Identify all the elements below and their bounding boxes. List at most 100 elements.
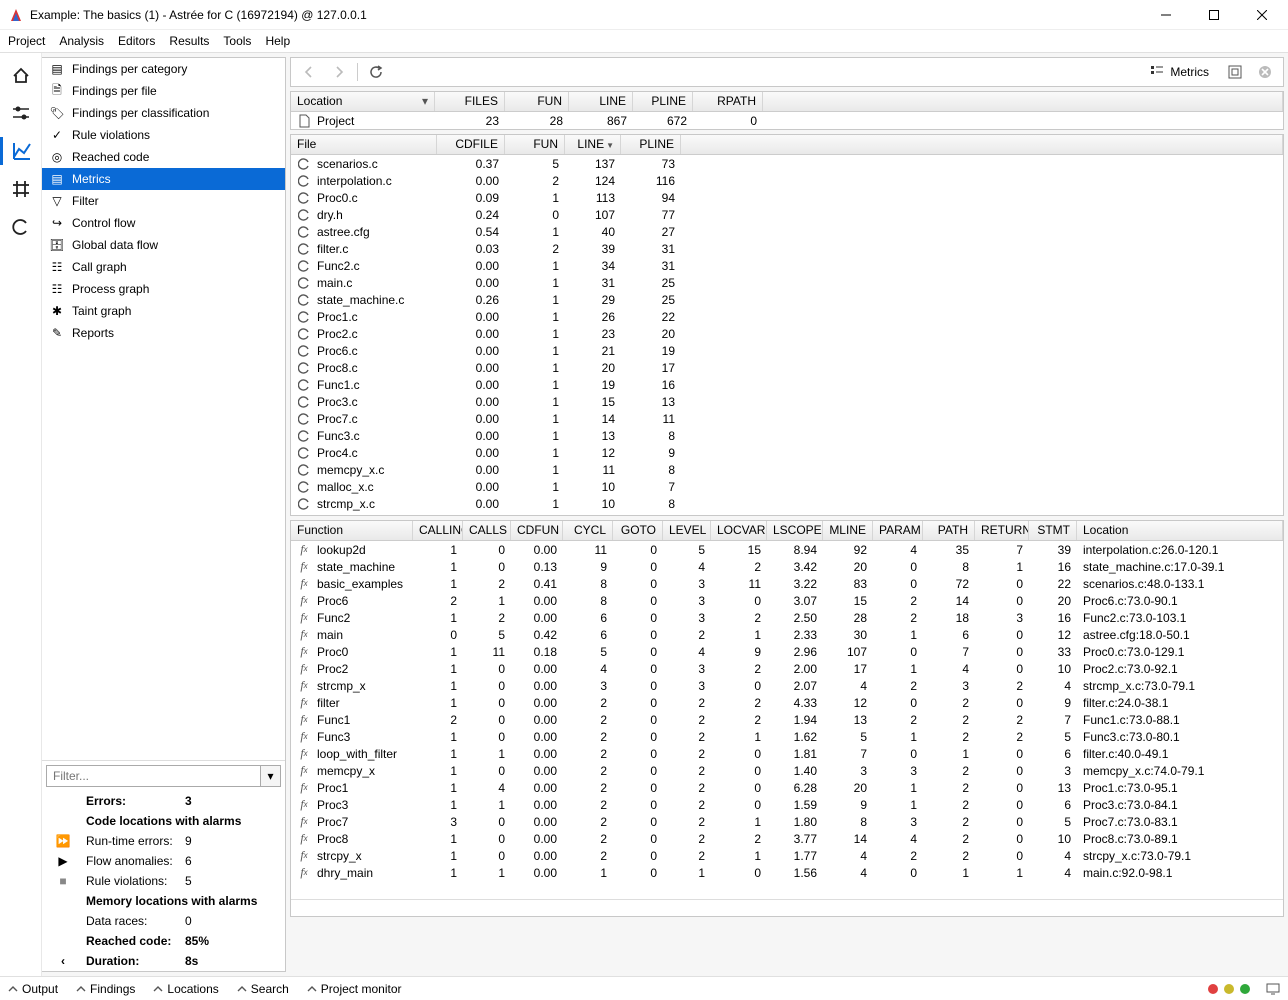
th-pline[interactable]: PLINE (633, 92, 693, 111)
menu-editors[interactable]: Editors (118, 34, 155, 48)
th-level[interactable]: LEVEL (663, 521, 711, 540)
th-cdfun[interactable]: CDFUN (511, 521, 563, 540)
menu-project[interactable]: Project (8, 34, 45, 48)
chevron-left-icon[interactable]: ‹ (54, 954, 72, 968)
menu-help[interactable]: Help (265, 34, 290, 48)
file-row[interactable]: interpolation.c0.002124116 (291, 172, 1283, 189)
tab-project-monitor[interactable]: Project monitor (307, 982, 402, 996)
function-row[interactable]: fxFunc1200.0020221.94132227Func1.c:73.0-… (291, 711, 1283, 728)
metrics-button[interactable]: Metrics (1142, 65, 1217, 79)
file-row[interactable]: memcpy_x.c0.001118 (291, 461, 1283, 478)
function-row[interactable]: fxloop_with_filter110.0020201.8170106fil… (291, 745, 1283, 762)
close-button[interactable] (1244, 1, 1280, 29)
th-stmt[interactable]: STMT (1029, 521, 1077, 540)
file-row[interactable]: filter.c0.0323931 (291, 240, 1283, 257)
close-panel-button[interactable] (1253, 60, 1277, 84)
th-fun2[interactable]: FUN (505, 135, 565, 154)
tab-search[interactable]: Search (237, 982, 289, 996)
th-location[interactable]: Location (1077, 521, 1283, 540)
nav-global-data-flow[interactable]: 🗄Global data flow (42, 234, 285, 256)
file-row[interactable]: malloc_x.c0.001107 (291, 478, 1283, 495)
th-path[interactable]: PATH (923, 521, 975, 540)
function-row[interactable]: fxfilter100.0020224.33120209filter.c:24.… (291, 694, 1283, 711)
th-cycl[interactable]: CYCL (563, 521, 613, 540)
file-row[interactable]: Func3.c0.001138 (291, 427, 1283, 444)
filter-dropdown-button[interactable]: ▾ (260, 766, 280, 786)
menu-results[interactable]: Results (169, 34, 209, 48)
maximize-button[interactable] (1196, 1, 1232, 29)
function-row[interactable]: fxProc7300.0020211.8083205Proc7.c:73.0-8… (291, 813, 1283, 830)
file-row[interactable]: Proc7.c0.0011411 (291, 410, 1283, 427)
th-rpath[interactable]: RPATH (693, 92, 763, 111)
th-locvar[interactable]: LOCVAR (711, 521, 767, 540)
file-row[interactable]: Proc3.c0.0011513 (291, 393, 1283, 410)
nav-call-graph[interactable]: ☷Call graph (42, 256, 285, 278)
tab-findings[interactable]: Findings (76, 982, 135, 996)
th-file[interactable]: File (291, 135, 437, 154)
file-row[interactable]: Proc6.c0.0012119 (291, 342, 1283, 359)
nav-findings-per-classification[interactable]: 🏷Findings per classification (42, 102, 285, 124)
c-lang-icon[interactable] (7, 213, 35, 241)
function-row[interactable]: fxProc2100.0040322.001714010Proc2.c:73.0… (291, 660, 1283, 677)
th-pline2[interactable]: PLINE (621, 135, 681, 154)
th-return[interactable]: RETURN (975, 521, 1029, 540)
file-row[interactable]: Proc8.c0.0012017 (291, 359, 1283, 376)
file-row[interactable]: Proc2.c0.0012320 (291, 325, 1283, 342)
nav-control-flow[interactable]: ↪Control flow (42, 212, 285, 234)
expand-icon[interactable] (1223, 60, 1247, 84)
file-row[interactable]: scenarios.c0.37513773 (291, 155, 1283, 172)
th-param[interactable]: PARAM (873, 521, 923, 540)
back-button[interactable] (297, 60, 321, 84)
th-line2[interactable]: LINE (565, 135, 621, 154)
nav-reports[interactable]: ✎Reports (42, 322, 285, 344)
function-row[interactable]: fxFunc2120.0060322.5028218316Func2.c:73.… (291, 609, 1283, 626)
nav-process-graph[interactable]: ☷Process graph (42, 278, 285, 300)
nav-findings-per-file[interactable]: 🗎Findings per file (42, 80, 285, 102)
function-row[interactable]: fxdhry_main110.0010101.5640114main.c:92.… (291, 864, 1283, 881)
monitor-icon[interactable] (1266, 983, 1280, 995)
file-row[interactable]: astree.cfg0.5414027 (291, 223, 1283, 240)
minimize-button[interactable] (1148, 1, 1184, 29)
function-row[interactable]: fxProc6210.0080303.0715214020Proc6.c:73.… (291, 592, 1283, 609)
function-row[interactable]: fxbasic_examples120.41803113.2283072022s… (291, 575, 1283, 592)
file-row[interactable]: Proc0.c0.09111394 (291, 189, 1283, 206)
function-row[interactable]: fxProc8100.0020223.771442010Proc8.c:73.0… (291, 830, 1283, 847)
th-calling[interactable]: CALLING (413, 521, 463, 540)
function-row[interactable]: fxstrcpy_x100.0020211.7742204strcpy_x.c:… (291, 847, 1283, 864)
function-row[interactable]: fxlookup2d100.001105158.9492435739interp… (291, 541, 1283, 558)
th-fun[interactable]: FUN (505, 92, 569, 111)
file-row[interactable]: state_machine.c0.2612925 (291, 291, 1283, 308)
horizontal-scrollbar[interactable] (291, 899, 1283, 916)
home-icon[interactable] (7, 61, 35, 89)
th-mline[interactable]: MLINE (823, 521, 873, 540)
th-function[interactable]: Function (291, 521, 413, 540)
nav-reached-code[interactable]: ◎Reached code (42, 146, 285, 168)
forward-button[interactable] (327, 60, 351, 84)
nav-findings-per-category[interactable]: ▤Findings per category (42, 58, 285, 80)
nav-rule-violations[interactable]: ✓Rule violations (42, 124, 285, 146)
menu-analysis[interactable]: Analysis (59, 34, 104, 48)
nav-taint-graph[interactable]: ✱Taint graph (42, 300, 285, 322)
grid-icon[interactable] (7, 175, 35, 203)
th-location[interactable]: Location ▾ (291, 92, 435, 111)
file-row[interactable]: Func1.c0.0011916 (291, 376, 1283, 393)
function-row[interactable]: fxProc1140.0020206.282012013Proc1.c:73.0… (291, 779, 1283, 796)
refresh-button[interactable] (364, 60, 388, 84)
menu-tools[interactable]: Tools (223, 34, 251, 48)
th-lscope[interactable]: LSCOPE (767, 521, 823, 540)
nav-filter[interactable]: ▽Filter (42, 190, 285, 212)
th-cdfile[interactable]: CDFILE (437, 135, 505, 154)
th-goto[interactable]: GOTO (613, 521, 663, 540)
file-row[interactable]: Proc4.c0.001129 (291, 444, 1283, 461)
th-line[interactable]: LINE (569, 92, 633, 111)
function-row[interactable]: fxFunc3100.0020211.6251225Func3.c:73.0-8… (291, 728, 1283, 745)
filter-input[interactable] (47, 766, 260, 786)
th-files[interactable]: FILES (435, 92, 505, 111)
function-row[interactable]: fxProc3110.0020201.5991206Proc3.c:73.0-8… (291, 796, 1283, 813)
file-row[interactable]: strcmp_x.c0.001108 (291, 495, 1283, 512)
file-row[interactable]: main.c0.0013125 (291, 274, 1283, 291)
nav-metrics[interactable]: ▤Metrics (42, 168, 285, 190)
tab-locations[interactable]: Locations (153, 982, 218, 996)
file-row[interactable]: Func2.c0.0013431 (291, 257, 1283, 274)
tab-output[interactable]: Output (8, 982, 58, 996)
